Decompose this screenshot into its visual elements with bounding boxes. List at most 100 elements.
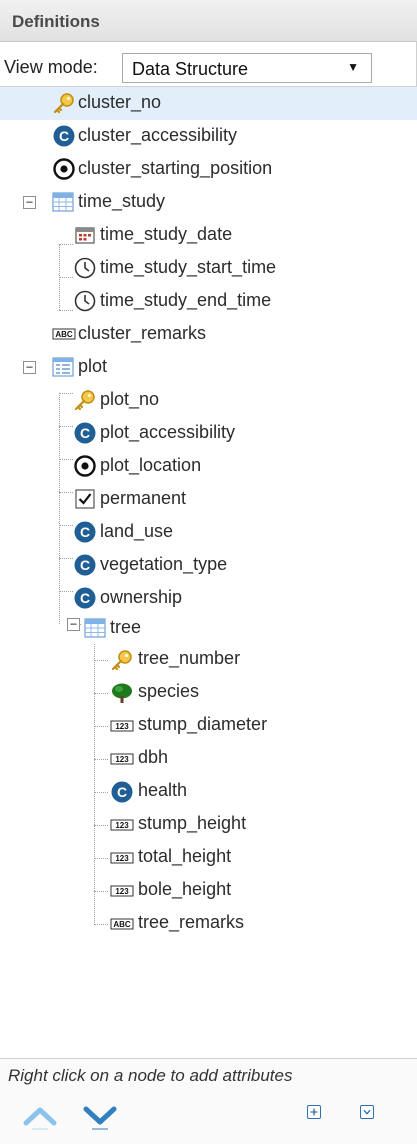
tree-node-cluster-accessibility[interactable]: C cluster_accessibility — [0, 120, 417, 153]
key-icon — [111, 650, 132, 671]
code-icon-letter: C — [80, 425, 90, 441]
node-label: plot_accessibility — [100, 422, 236, 442]
definitions-panel: Definitions View mode: Data Structure ▼ — [0, 0, 417, 1144]
tree-species-icon — [112, 683, 132, 703]
node-label: cluster_starting_position — [78, 158, 273, 178]
tree-node-total-height[interactable]: 123 total_height — [0, 846, 417, 882]
tree-node-time-study[interactable]: − time_study — [0, 186, 417, 219]
tree-node-tree[interactable]: − tree — [0, 615, 417, 648]
number-field-icon: 123 — [110, 753, 134, 765]
tree-node-species[interactable]: species — [0, 681, 417, 717]
code-icon-letter: C — [80, 524, 90, 540]
tree-node-plot-location[interactable]: plot_location — [0, 450, 417, 483]
view-mode-value: Data Structure — [132, 59, 249, 79]
calendar-icon — [75, 227, 95, 244]
tree-node-plot-no[interactable]: plot_no — [0, 384, 417, 417]
coordinate-icon — [53, 158, 75, 180]
tree-node-time-study-date[interactable]: time_study_date — [0, 219, 417, 252]
tree-node-cluster-starting-position[interactable]: cluster_starting_position — [0, 153, 417, 186]
hint-text: Right click on a node to add attributes — [8, 1066, 293, 1085]
node-label: plot_no — [100, 389, 160, 409]
key-icon — [74, 390, 95, 411]
tree-node-time-study-end-time[interactable]: time_study_end_time — [0, 285, 417, 318]
code-list-icon: C — [74, 521, 96, 543]
text-icon-letters: ABC — [113, 920, 131, 929]
number-icon-digits: 123 — [115, 854, 129, 863]
number-icon-digits: 123 — [115, 821, 129, 830]
table-icon — [84, 618, 106, 638]
number-field-icon: 123 — [110, 720, 134, 732]
tree-node-tree-number[interactable]: tree_number — [0, 648, 417, 684]
node-label: time_study — [78, 191, 166, 211]
view-mode-label: View mode: — [4, 57, 98, 77]
coordinate-icon — [74, 455, 96, 477]
definitions-tree: cluster_no C cluster_accessibility clust… — [0, 86, 417, 1058]
single-entity-icon — [52, 357, 74, 377]
expand-all-icon[interactable] — [307, 1105, 321, 1119]
tree-node-permanent[interactable]: permanent — [0, 483, 417, 516]
number-icon-digits: 123 — [115, 722, 129, 731]
chevron-down-icon[interactable]: ▼ — [347, 60, 359, 74]
tree-node-stump-height[interactable]: 123 stump_height — [0, 813, 417, 849]
code-list-icon: C — [74, 422, 96, 444]
view-mode-select[interactable]: Data Structure ▼ — [122, 53, 372, 83]
tree-node-dbh[interactable]: 123 dbh — [0, 747, 417, 783]
node-label: land_use — [100, 521, 174, 541]
code-list-icon: C — [111, 781, 133, 803]
node-label: dbh — [138, 747, 169, 767]
collapse-all-icon[interactable] — [360, 1105, 374, 1119]
code-list-icon: C — [53, 125, 75, 147]
node-label: cluster_remarks — [78, 323, 207, 343]
key-icon — [53, 93, 74, 114]
node-label: vegetation_type — [100, 554, 228, 574]
tree-node-cluster-no[interactable]: cluster_no — [0, 87, 417, 120]
number-icon-digits: 123 — [115, 755, 129, 764]
number-icon-digits: 123 — [115, 887, 129, 896]
node-label: time_study_date — [100, 224, 233, 244]
tree-node-tree-remarks[interactable]: ABC tree_remarks — [0, 912, 417, 948]
code-list-icon: C — [74, 587, 96, 609]
code-icon-letter: C — [80, 590, 90, 606]
code-icon-letter: C — [117, 784, 127, 800]
node-label: stump_height — [138, 813, 247, 833]
panel-title: Definitions — [12, 12, 100, 31]
panel-footer: Right click on a node to add attributes — [0, 1058, 417, 1144]
node-label: species — [138, 681, 200, 701]
node-label: tree_number — [138, 648, 241, 668]
code-icon-letter: C — [59, 128, 69, 144]
move-down-button[interactable] — [82, 1101, 118, 1131]
node-label: permanent — [100, 488, 187, 508]
node-label: plot_location — [100, 455, 202, 475]
tree-node-plot[interactable]: − plot — [0, 351, 417, 384]
text-icon-letters: ABC — [55, 330, 73, 339]
node-label: time_study_end_time — [100, 290, 272, 310]
clock-icon — [74, 257, 96, 279]
tree-node-land-use[interactable]: C land_use — [0, 516, 417, 549]
tree-node-bole-height[interactable]: 123 bole_height — [0, 879, 417, 915]
node-label: plot — [78, 356, 108, 376]
collapse-icon[interactable]: − — [67, 618, 80, 631]
collapse-icon[interactable]: − — [23, 196, 36, 209]
code-icon-letter: C — [80, 557, 90, 573]
text-field-icon: ABC — [52, 328, 76, 340]
number-field-icon: 123 — [110, 885, 134, 897]
clock-icon — [74, 290, 96, 312]
node-label: cluster_no — [78, 92, 162, 112]
table-icon — [52, 192, 74, 212]
tree-node-stump-diameter[interactable]: 123 stump_diameter — [0, 714, 417, 750]
collapse-icon[interactable]: − — [23, 361, 36, 374]
move-up-button[interactable] — [22, 1101, 58, 1131]
node-label: bole_height — [138, 879, 232, 899]
node-label: cluster_accessibility — [78, 125, 238, 145]
node-label: time_study_start_time — [100, 257, 277, 277]
tree-node-vegetation-type[interactable]: C vegetation_type — [0, 549, 417, 582]
code-list-icon: C — [74, 554, 96, 576]
number-field-icon: 123 — [110, 852, 134, 864]
tree-node-health[interactable]: C health — [0, 780, 417, 816]
tree-node-cluster-remarks[interactable]: ABC cluster_remarks — [0, 318, 417, 351]
tree-node-time-study-start-time[interactable]: time_study_start_time — [0, 252, 417, 285]
node-label: total_height — [138, 846, 232, 866]
tree-node-plot-accessibility[interactable]: C plot_accessibility — [0, 417, 417, 450]
node-label: tree_remarks — [138, 912, 245, 932]
tree-node-ownership[interactable]: C ownership — [0, 582, 417, 615]
